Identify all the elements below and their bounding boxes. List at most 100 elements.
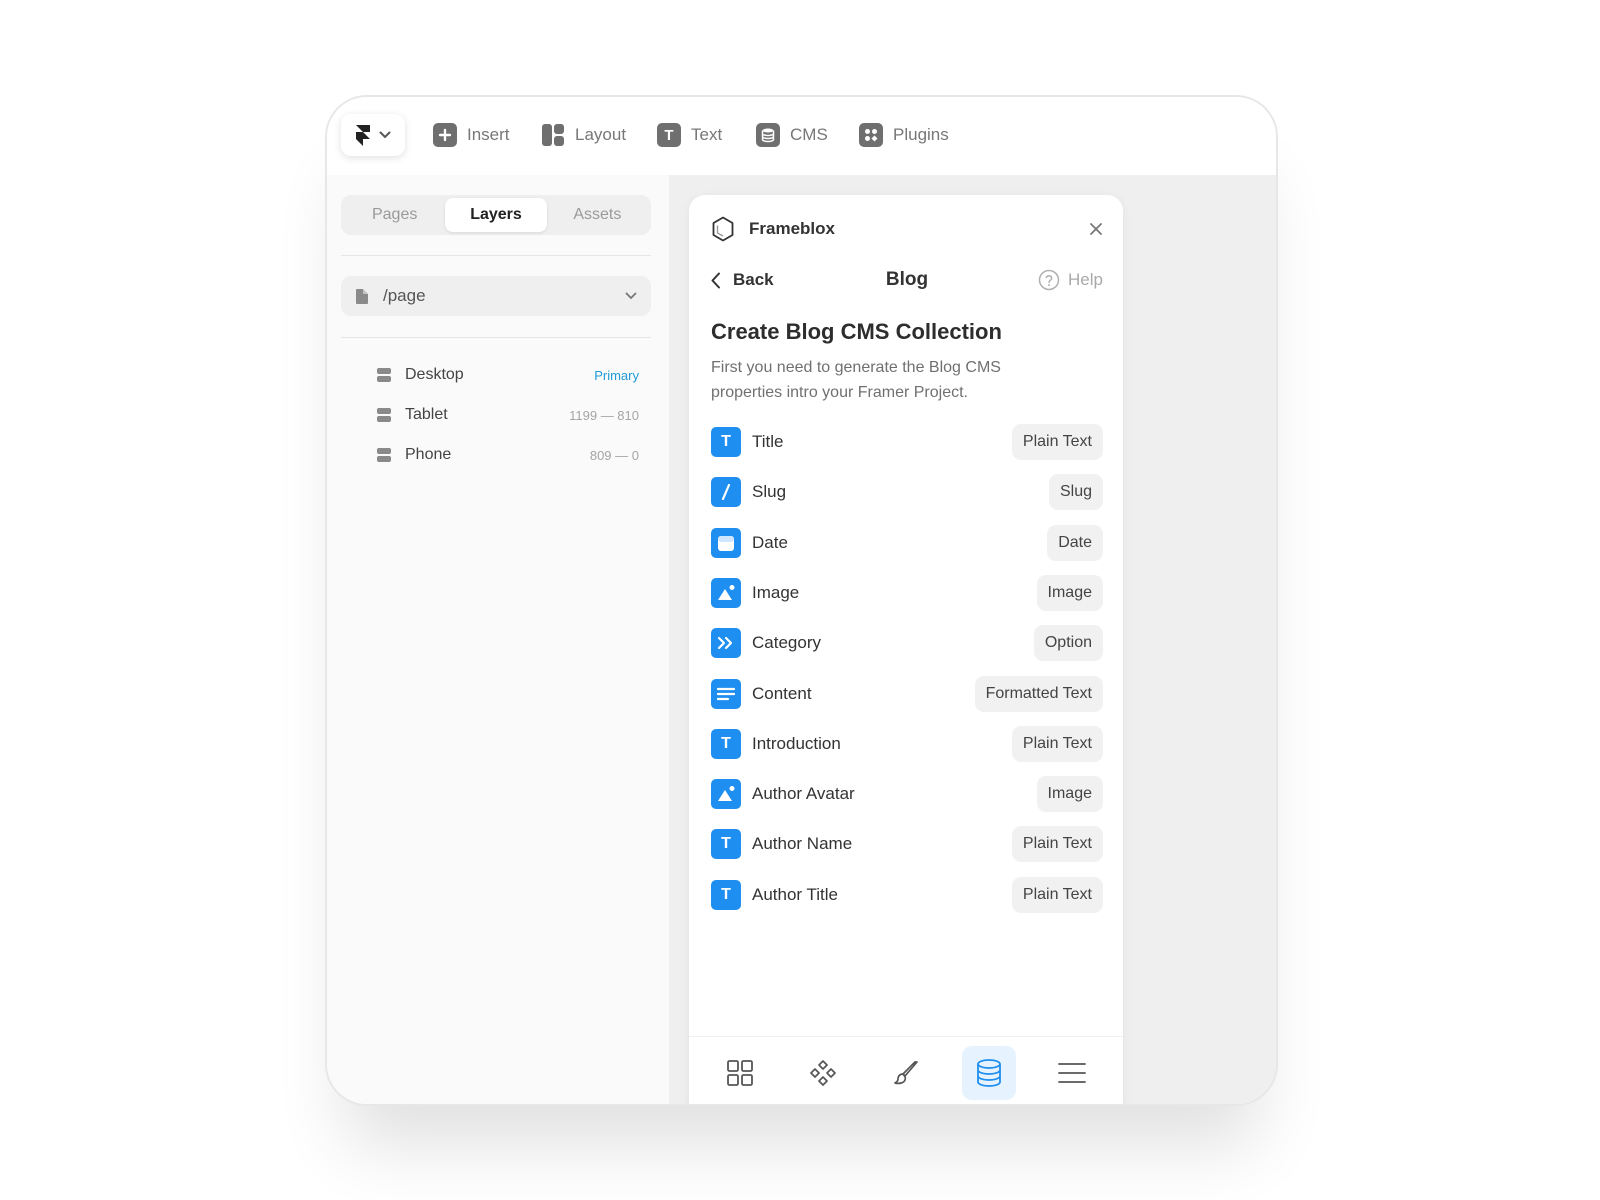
bottom-nav-components[interactable] (796, 1046, 850, 1100)
toolbar-plugins-button[interactable]: Plugins (859, 119, 949, 151)
tab-layers[interactable]: Layers (445, 198, 547, 232)
toolbar: Insert Layout T Text CMS Plugins (327, 97, 1276, 176)
collection-description: First you need to generate the Blog CMS … (711, 359, 1001, 401)
components-icon (810, 1059, 837, 1086)
text-field-icon: T (711, 728, 741, 759)
layer-phone[interactable]: Phone 809 — 0 (377, 441, 639, 469)
field-row: T Author Title Plain Text (711, 875, 1103, 915)
field-name: Image (752, 582, 800, 602)
framer-logo-icon (356, 125, 370, 146)
page-select-value: /page (383, 286, 426, 305)
text-field-icon: T (711, 879, 741, 910)
divider (341, 255, 651, 256)
field-type-badge: Image (1036, 776, 1103, 813)
left-panel-tabs: Pages Layers Assets (341, 195, 651, 235)
field-name: Author Title (752, 884, 838, 904)
toolbar-insert-label: Insert (467, 125, 510, 144)
field-type-badge: Image (1036, 574, 1103, 611)
bottom-nav-menu[interactable] (1045, 1046, 1099, 1100)
date-icon (711, 527, 741, 558)
field-row: T Author Name Plain Text (711, 824, 1103, 864)
back-button[interactable]: Back (711, 270, 841, 290)
toolbar-text-button[interactable]: T Text (657, 119, 722, 151)
field-name: Title (752, 432, 784, 451)
formatted-text-icon (711, 678, 741, 709)
primary-badge: Primary (594, 367, 639, 383)
tab-assets[interactable]: Assets (547, 198, 648, 232)
toolbar-layout-button[interactable]: Layout (541, 119, 626, 151)
back-label: Back (733, 270, 774, 289)
plugin-name: Frameblox (749, 219, 835, 238)
field-name: Content (752, 683, 812, 703)
text-field-icon: T (711, 427, 741, 457)
help-icon (1038, 269, 1060, 291)
layout-icon (541, 123, 565, 147)
breakpoint-icon (377, 408, 391, 422)
layer-tablet[interactable]: Tablet 1199 — 810 (377, 401, 639, 429)
image-icon (711, 779, 741, 810)
close-icon[interactable] (1089, 222, 1103, 236)
field-type-badge: Plain Text (1011, 876, 1103, 913)
layer-name: Desktop (405, 366, 464, 383)
field-row: Content Formatted Text (711, 674, 1103, 714)
field-name: Slug (752, 482, 787, 502)
field-type-badge: Formatted Text (974, 675, 1103, 712)
nav-title: Blog (885, 269, 929, 290)
field-row: T Introduction Plain Text (711, 724, 1103, 764)
hexagon-logo-icon (712, 216, 734, 242)
toolbar-plugins-label: Plugins (893, 125, 949, 144)
breakpoint-icon (377, 368, 391, 382)
field-name: Date (752, 532, 788, 552)
help-label: Help (1068, 270, 1103, 289)
divider (341, 337, 651, 338)
field-type-badge: Option (1033, 625, 1103, 662)
plus-icon (433, 123, 457, 147)
field-type-badge: Plain Text (1011, 826, 1103, 863)
layer-name: Tablet (405, 406, 448, 423)
plugin-header: Frameblox (711, 215, 1103, 243)
database-icon (976, 1058, 1001, 1087)
bottom-nav-brush[interactable] (879, 1046, 933, 1100)
chevron-left-icon (711, 272, 720, 288)
field-row: Date Date (711, 523, 1103, 563)
page-select[interactable]: /page (341, 276, 651, 316)
field-name: Category (752, 633, 821, 653)
framer-menu-button[interactable] (341, 114, 405, 156)
help-button[interactable]: Help (973, 269, 1103, 291)
field-type-badge: Plain Text (1011, 725, 1103, 762)
slug-icon (711, 477, 741, 508)
app-window: Insert Layout T Text CMS Plugins Pages L… (325, 95, 1278, 1106)
field-type-badge: Plain Text (1011, 424, 1103, 460)
toolbar-cms-button[interactable]: CMS (756, 119, 828, 151)
toolbar-layout-label: Layout (575, 125, 627, 144)
bottom-nav-cms[interactable] (961, 1045, 1016, 1100)
plugin-nav: Back Blog Help (711, 265, 1103, 295)
layer-range: 809 — 0 (589, 447, 639, 463)
collection-heading: Create Blog CMS Collection (711, 319, 1002, 344)
database-icon (756, 123, 780, 147)
layer-range: 1199 — 810 (569, 407, 639, 423)
tab-pages[interactable]: Pages (344, 198, 445, 232)
plugins-icon (859, 123, 883, 147)
toolbar-text-label: Text (691, 125, 723, 144)
option-icon (711, 628, 741, 659)
field-name: Introduction (752, 733, 841, 753)
left-panel: Pages Layers Assets /page Desktop Primar… (327, 175, 669, 1104)
field-row: Category Option (711, 623, 1103, 663)
grid-icon (727, 1059, 754, 1086)
field-row: Slug Slug (711, 472, 1103, 512)
plugin-panel: Frameblox Back Blog Help Create Blog CMS… (689, 195, 1123, 1104)
menu-icon (1057, 1062, 1086, 1083)
chevron-down-icon (379, 131, 391, 139)
toolbar-insert-button[interactable]: Insert (433, 119, 510, 151)
layer-desktop[interactable]: Desktop Primary (377, 361, 639, 389)
field-name: Author Avatar (752, 784, 855, 804)
field-type-badge: Slug (1048, 474, 1103, 511)
bottom-nav-grid[interactable] (713, 1046, 767, 1100)
field-row: T Title Plain Text (711, 422, 1103, 462)
brush-icon (894, 1060, 918, 1084)
page-icon (356, 288, 368, 304)
text-field-icon: T (711, 829, 741, 860)
layer-name: Phone (405, 446, 452, 463)
field-row: Author Avatar Image (711, 774, 1103, 814)
